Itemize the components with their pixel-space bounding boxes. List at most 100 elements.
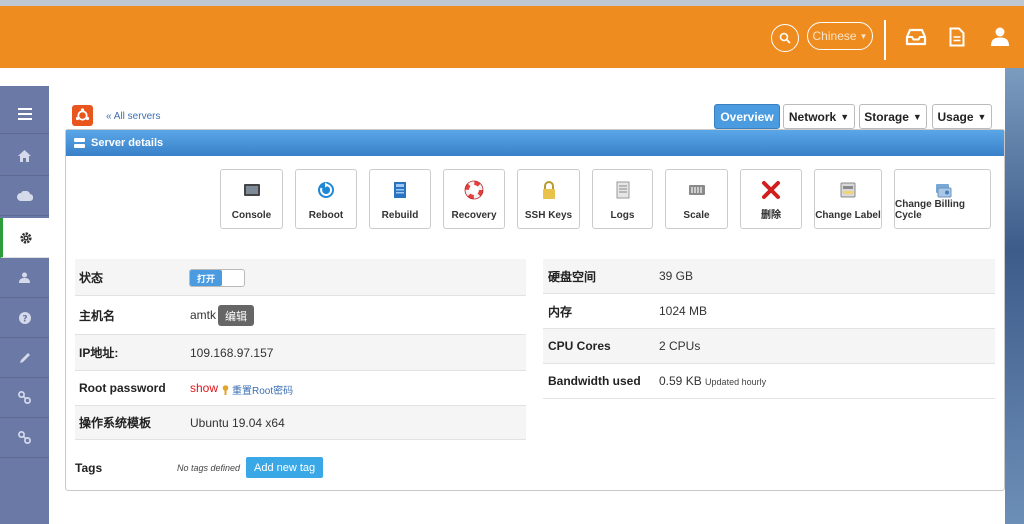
add-new-tag-button[interactable]: Add new tag xyxy=(246,457,324,478)
change-label-label: Change Label xyxy=(815,210,881,221)
user-icon xyxy=(19,272,30,283)
console-button[interactable]: Console xyxy=(220,169,283,229)
server-icon xyxy=(74,137,85,148)
recovery-button[interactable]: Recovery xyxy=(443,169,505,229)
recovery-label: Recovery xyxy=(451,210,497,221)
reboot-icon xyxy=(318,182,334,198)
memory-value: 1024 MB xyxy=(659,304,708,318)
edit-hostname-button[interactable]: 编辑 xyxy=(218,305,254,326)
log-file-icon xyxy=(616,181,629,199)
tags-label: Tags xyxy=(75,461,103,475)
scale-button[interactable]: Scale xyxy=(665,169,728,229)
reset-root-password-link[interactable]: 重置Root密码 xyxy=(221,382,293,397)
change-billing-cycle-button[interactable]: Change Billing Cycle xyxy=(894,169,991,229)
all-servers-link[interactable]: « All servers xyxy=(106,111,160,122)
reboot-button[interactable]: Reboot xyxy=(295,169,357,229)
os-template-value: Ubuntu 19.04 x64 xyxy=(190,415,285,430)
status-toggle-on: 打开 xyxy=(190,270,222,286)
delete-x-icon xyxy=(762,181,780,199)
label-icon xyxy=(840,182,856,198)
document-icon[interactable] xyxy=(949,27,965,47)
status-row: 状态 xyxy=(75,259,526,296)
ip-value: 109.168.97.157 xyxy=(190,345,274,360)
sidebar-item-user[interactable] xyxy=(0,258,49,298)
os-template-row: 操作系统模板 Ubuntu 19.04 x64 xyxy=(75,406,526,440)
scale-label: Scale xyxy=(683,210,710,221)
inbox-icon[interactable] xyxy=(905,28,927,46)
status-toggle[interactable]: 打开 xyxy=(189,269,245,287)
bandwidth-value-group: 0.59 KB Updated hourly xyxy=(659,374,766,388)
status-label: 状态 xyxy=(79,270,104,285)
ubuntu-logo xyxy=(72,105,93,126)
os-template-label: 操作系统模板 xyxy=(79,416,152,430)
ip-label: IP地址: xyxy=(79,346,119,360)
language-selector[interactable]: Chinese ▼ xyxy=(807,22,873,50)
rebuild-icon xyxy=(394,182,406,198)
ubuntu-icon xyxy=(75,108,90,121)
show-password-link[interactable]: show xyxy=(190,381,218,395)
change-billing-cycle-label: Change Billing Cycle xyxy=(895,199,965,221)
sidebar-item-menu[interactable] xyxy=(0,94,49,134)
logs-button[interactable]: Logs xyxy=(592,169,653,229)
change-label-button[interactable]: Change Label xyxy=(814,169,882,229)
rebuild-button[interactable]: Rebuild xyxy=(369,169,431,229)
ip-row: IP地址: 109.168.97.157 xyxy=(75,335,526,371)
console-icon xyxy=(243,184,260,196)
delete-label: 删除 xyxy=(761,210,781,221)
sidebar: ? xyxy=(0,86,49,524)
sidebar-item-home[interactable] xyxy=(0,136,49,176)
sidebar-item-link2[interactable] xyxy=(0,418,49,458)
padlock-icon xyxy=(542,181,555,199)
tab-network-label: Network xyxy=(788,109,837,124)
memory-label: 内存 xyxy=(548,304,573,319)
sidebar-item-cloud[interactable] xyxy=(0,176,49,216)
tab-storage[interactable]: Storage ▼ xyxy=(859,104,927,129)
desktop-background-strip xyxy=(1005,68,1024,524)
console-label: Console xyxy=(231,210,272,221)
caret-down-icon: ▼ xyxy=(840,111,850,122)
delete-button[interactable]: 删除 xyxy=(740,169,802,229)
no-tags-text: No tags defined xyxy=(177,463,241,473)
search-button[interactable] xyxy=(771,24,799,52)
sidebar-item-help[interactable]: ? xyxy=(0,298,49,338)
hostname-row: 主机名 amtk xyxy=(75,296,526,335)
disk-value: 39 GB xyxy=(659,269,694,283)
reset-root-password-label: 重置Root密码 xyxy=(232,386,294,397)
logs-label: Logs xyxy=(610,210,635,221)
hostname-value: amtk xyxy=(190,308,217,322)
cpu-label: CPU Cores xyxy=(548,339,611,353)
user-icon[interactable] xyxy=(990,26,1010,46)
bandwidth-note: Updated hourly xyxy=(705,377,767,387)
rebuild-label: Rebuild xyxy=(381,210,419,221)
tab-storage-label: Storage xyxy=(864,109,909,124)
tab-overview-label: Overview xyxy=(720,109,774,124)
lifebuoy-icon xyxy=(464,180,484,200)
sidebar-item-edit[interactable] xyxy=(0,338,49,378)
language-label: Chinese xyxy=(812,29,857,43)
svg-text:?: ? xyxy=(22,314,27,324)
panel-header: Server details xyxy=(66,130,1004,156)
link-icon xyxy=(18,391,31,404)
scale-icon xyxy=(688,185,705,195)
disk-row: 硬盘空间 39 GB xyxy=(543,259,995,294)
panel-title: Server details xyxy=(91,137,164,149)
billing-icon xyxy=(935,184,951,198)
disk-label: 硬盘空间 xyxy=(548,269,597,284)
sidebar-item-link1[interactable] xyxy=(0,378,49,418)
tab-usage-label: Usage xyxy=(937,109,974,124)
tab-network[interactable]: Network ▼ xyxy=(783,104,855,129)
cpu-value: 2 CPUs xyxy=(659,339,701,353)
bandwidth-row: Bandwidth used 0.59 KB Updated hourly xyxy=(543,364,995,399)
navbar-divider xyxy=(884,20,886,60)
sidebar-item-settings[interactable] xyxy=(0,218,49,258)
link-icon xyxy=(18,431,31,444)
tab-overview[interactable]: Overview xyxy=(714,104,780,129)
ssh-keys-button[interactable]: SSH Keys xyxy=(517,169,580,229)
bandwidth-label: Bandwidth used xyxy=(548,374,641,388)
tab-usage[interactable]: Usage ▼ xyxy=(932,104,992,129)
menu-icon xyxy=(17,107,32,120)
pencil-icon xyxy=(19,352,30,363)
cloud-icon xyxy=(16,190,33,201)
cpu-row: CPU Cores 2 CPUs xyxy=(543,329,995,364)
key-icon xyxy=(222,384,229,395)
